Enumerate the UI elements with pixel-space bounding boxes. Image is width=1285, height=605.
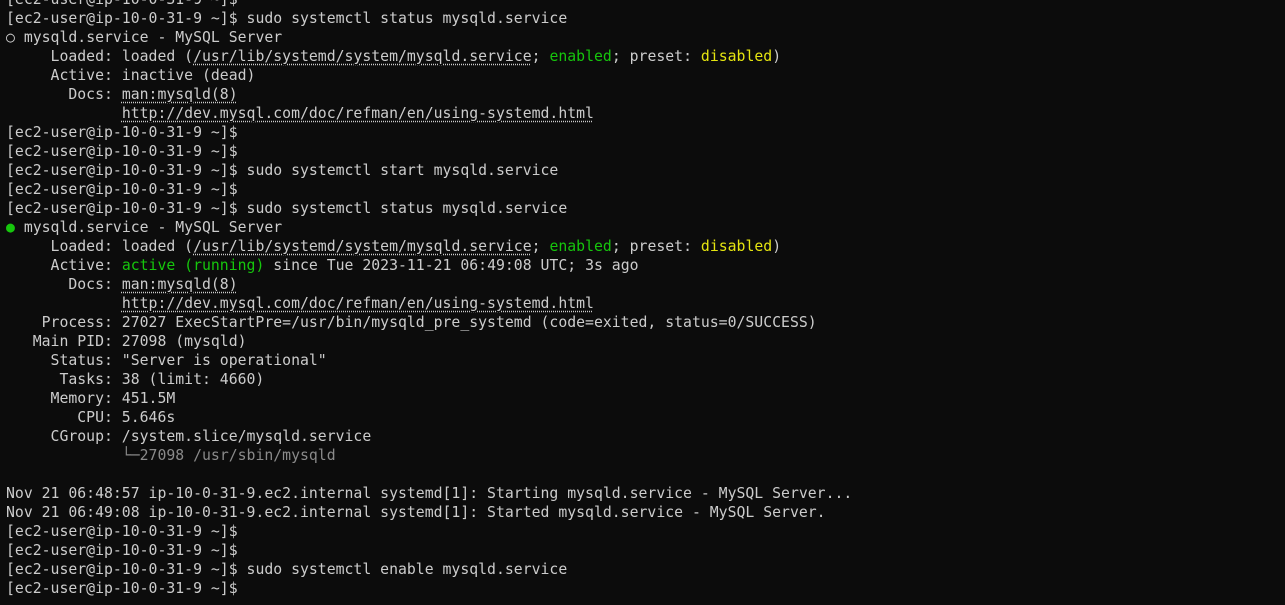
field-label: Docs: — [6, 276, 122, 293]
docs-link: http://dev.mysql.com/doc/refman/en/using… — [121, 105, 594, 122]
shell-prompt: [ec2-user@ip-10-0-31-9 ~]$ — [6, 143, 238, 160]
preset-state: disabled — [700, 238, 773, 255]
field-value: ; — [531, 48, 550, 65]
field-value: ) — [772, 48, 782, 65]
output-text: Main PID: 27098 (mysqld) — [6, 333, 247, 350]
unit-file-path: /usr/lib/systemd/system/mysqld.service — [193, 48, 532, 65]
terminal-line: ● mysqld.service - MySQL Server — [6, 218, 1281, 237]
shell-command: sudo systemctl enable mysqld.service — [237, 561, 568, 578]
terminal-line: [ec2-user@ip-10-0-31-9 ~]$ sudo systemct… — [6, 199, 1281, 218]
terminal-line: Process: 27027 ExecStartPre=/usr/bin/mys… — [6, 313, 1281, 332]
output-text: CGroup: /system.slice/mysqld.service — [6, 428, 372, 445]
field-label: Loaded: — [6, 238, 122, 255]
terminal-line: [ec2-user@ip-10-0-31-9 ~]$ — [6, 0, 1281, 9]
terminal-output[interactable]: [ec2-user@ip-10-0-31-9 ~]$[ec2-user@ip-1… — [6, 0, 1281, 598]
terminal-line: ○ mysqld.service - MySQL Server — [6, 28, 1281, 47]
cgroup-process: 27098 /usr/sbin/mysqld — [139, 447, 336, 464]
field-label — [6, 295, 122, 312]
terminal-line: [ec2-user@ip-10-0-31-9 ~]$ — [6, 180, 1281, 199]
shell-prompt: [ec2-user@ip-10-0-31-9 ~]$ — [6, 162, 238, 179]
shell-prompt: [ec2-user@ip-10-0-31-9 ~]$ — [6, 181, 238, 198]
terminal-line: Main PID: 27098 (mysqld) — [6, 332, 1281, 351]
terminal-line: [ec2-user@ip-10-0-31-9 ~]$ sudo systemct… — [6, 560, 1281, 579]
status-inactive-dot-icon: ○ — [6, 29, 15, 46]
unit-title: mysqld.service - MySQL Server — [14, 29, 283, 46]
terminal-line: http://dev.mysql.com/doc/refman/en/using… — [6, 104, 1281, 123]
shell-prompt: [ec2-user@ip-10-0-31-9 ~]$ — [6, 200, 238, 217]
shell-command: sudo systemctl start mysqld.service — [237, 162, 559, 179]
terminal-line: Active: inactive (dead) — [6, 66, 1281, 85]
output-text: Status: "Server is operational" — [6, 352, 327, 369]
field-label: Loaded: — [6, 48, 122, 65]
shell-prompt: [ec2-user@ip-10-0-31-9 ~]$ — [6, 523, 238, 540]
active-state: active (running) — [121, 257, 265, 274]
terminal-line: http://dev.mysql.com/doc/refman/en/using… — [6, 294, 1281, 313]
field-value: ; preset: — [611, 48, 701, 65]
terminal-line: └─27098 /usr/sbin/mysqld — [6, 446, 1281, 465]
unit-title: mysqld.service - MySQL Server — [14, 219, 283, 236]
terminal-line: Active: active (running) since Tue 2023-… — [6, 256, 1281, 275]
shell-command: sudo systemctl status mysqld.service — [237, 10, 568, 27]
shell-prompt: [ec2-user@ip-10-0-31-9 ~]$ — [6, 542, 238, 559]
unit-file-path: /usr/lib/systemd/system/mysqld.service — [193, 238, 532, 255]
shell-prompt: [ec2-user@ip-10-0-31-9 ~]$ — [6, 0, 238, 8]
enabled-state: enabled — [549, 48, 612, 65]
output-text: Active: inactive (dead) — [6, 67, 256, 84]
field-value: ; — [531, 238, 550, 255]
shell-command: sudo systemctl status mysqld.service — [237, 200, 568, 217]
terminal-line: [ec2-user@ip-10-0-31-9 ~]$ — [6, 142, 1281, 161]
docs-link: http://dev.mysql.com/doc/refman/en/using… — [121, 295, 594, 312]
terminal-line: [ec2-user@ip-10-0-31-9 ~]$ — [6, 579, 1281, 598]
status-active-dot-icon: ● — [6, 219, 15, 236]
field-value: ; preset: — [611, 238, 701, 255]
terminal-line: Status: "Server is operational" — [6, 351, 1281, 370]
enabled-state: enabled — [549, 238, 612, 255]
field-label: Docs: — [6, 86, 122, 103]
terminal-line: Docs: man:mysqld(8) — [6, 275, 1281, 294]
terminal-line: Loaded: loaded (/usr/lib/systemd/system/… — [6, 47, 1281, 66]
terminal-line — [6, 465, 1281, 484]
terminal-line: Nov 21 06:49:08 ip-10-0-31-9.ec2.interna… — [6, 503, 1281, 522]
output-text: Nov 21 06:49:08 ip-10-0-31-9.ec2.interna… — [6, 504, 826, 521]
field-value: since Tue 2023-11-21 06:49:08 UTC; 3s ag… — [264, 257, 639, 274]
output-text: Memory: 451.5M — [6, 390, 176, 407]
field-value: ) — [772, 238, 782, 255]
tree-branch-icon: └─ — [121, 447, 140, 464]
terminal-line: [ec2-user@ip-10-0-31-9 ~]$ — [6, 123, 1281, 142]
output-text: Nov 21 06:48:57 ip-10-0-31-9.ec2.interna… — [6, 485, 853, 502]
terminal-line: [ec2-user@ip-10-0-31-9 ~]$ sudo systemct… — [6, 9, 1281, 28]
shell-prompt: [ec2-user@ip-10-0-31-9 ~]$ — [6, 124, 238, 141]
terminal-line: Tasks: 38 (limit: 4660) — [6, 370, 1281, 389]
terminal-line: [ec2-user@ip-10-0-31-9 ~]$ — [6, 541, 1281, 560]
docs-link: man:mysqld(8) — [121, 86, 238, 103]
shell-prompt: [ec2-user@ip-10-0-31-9 ~]$ — [6, 561, 238, 578]
shell-prompt: [ec2-user@ip-10-0-31-9 ~]$ — [6, 580, 238, 597]
preset-state: disabled — [700, 48, 773, 65]
terminal-line: Memory: 451.5M — [6, 389, 1281, 408]
terminal-line: CGroup: /system.slice/mysqld.service — [6, 427, 1281, 446]
output-text: CPU: 5.646s — [6, 409, 176, 426]
field-value: loaded ( — [121, 48, 194, 65]
terminal-line: CPU: 5.646s — [6, 408, 1281, 427]
field-label: Active: — [6, 257, 122, 274]
terminal-line: Loaded: loaded (/usr/lib/systemd/system/… — [6, 237, 1281, 256]
field-label — [6, 105, 122, 122]
shell-prompt: [ec2-user@ip-10-0-31-9 ~]$ — [6, 10, 238, 27]
terminal-line: [ec2-user@ip-10-0-31-9 ~]$ — [6, 522, 1281, 541]
output-text: Process: 27027 ExecStartPre=/usr/bin/mys… — [6, 314, 817, 331]
terminal-line: [ec2-user@ip-10-0-31-9 ~]$ sudo systemct… — [6, 161, 1281, 180]
docs-link: man:mysqld(8) — [121, 276, 238, 293]
output-text: Tasks: 38 (limit: 4660) — [6, 371, 265, 388]
terminal-line: Nov 21 06:48:57 ip-10-0-31-9.ec2.interna… — [6, 484, 1281, 503]
field-value: loaded ( — [121, 238, 194, 255]
terminal-line: Docs: man:mysqld(8) — [6, 85, 1281, 104]
